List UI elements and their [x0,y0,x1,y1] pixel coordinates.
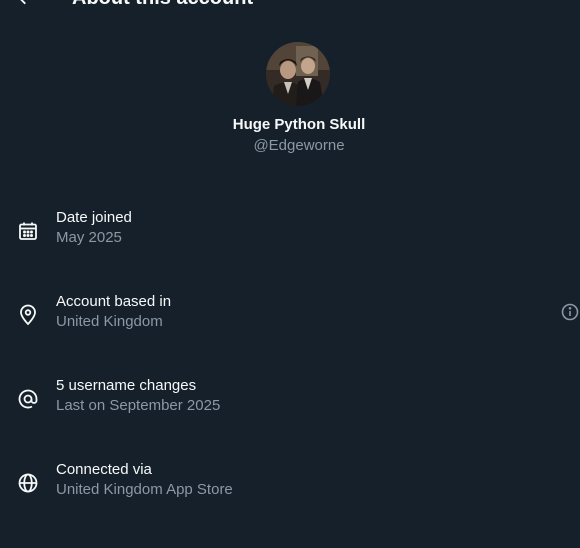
row-subtitle: United Kingdom [56,313,163,330]
arrow-left-icon [20,0,26,5]
row-title: 5 username changes [56,377,197,394]
account-based-in-row: Account based in United Kingdom [0,293,580,337]
connected-via-row: Connected via United Kingdom App Store [0,461,580,505]
username-changes-row: 5 username changes Last on September 202… [0,377,580,421]
row-title: Connected via [56,461,152,478]
info-icon [561,303,579,321]
location-pin-icon [16,303,40,327]
date-joined-row: Date joined May 2025 [0,209,580,253]
about-account-page: About this account Huge Python Skull @Ed… [0,0,580,548]
row-title: Account based in [56,293,172,310]
username-handle: @Edgeworne [253,137,345,154]
at-sign-icon [16,387,40,411]
row-subtitle: Last on September 2025 [56,397,221,414]
page-header: About this account [0,0,580,14]
page-title: About this account [72,0,253,10]
globe-icon [16,471,40,495]
row-title: Date joined [56,209,132,226]
row-subtitle: United Kingdom App Store [56,481,233,498]
avatar-photo [266,42,330,106]
back-button[interactable] [14,0,36,8]
avatar[interactable] [266,42,330,106]
info-button[interactable] [560,302,580,322]
display-name: Huge Python Skull [232,116,366,133]
calendar-icon [16,219,40,243]
row-subtitle: May 2025 [56,229,122,246]
